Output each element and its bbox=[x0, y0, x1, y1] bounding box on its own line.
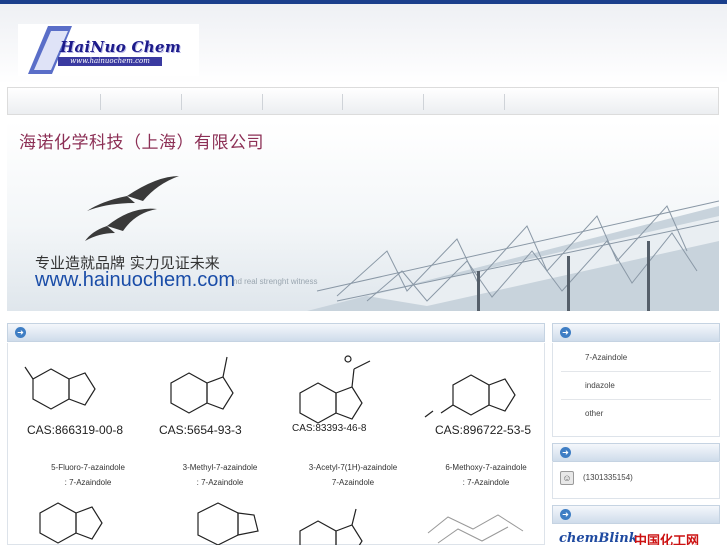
categories-panel-header: ➜ bbox=[552, 323, 720, 342]
divider bbox=[561, 371, 711, 372]
nav-item[interactable] bbox=[101, 94, 182, 110]
header: HaiNuo Chem www.hainuochem.com bbox=[0, 4, 727, 84]
partner-links: chemBlink 中国化工网 bbox=[552, 523, 720, 545]
structure-image-partial bbox=[197, 502, 259, 545]
product-cas: CAS:5654-93-3 bbox=[159, 423, 242, 437]
qq-icon[interactable]: ☺ bbox=[560, 471, 574, 485]
nav-item[interactable] bbox=[8, 94, 101, 110]
nav-item[interactable] bbox=[263, 94, 343, 110]
arrow-circle-icon: ➜ bbox=[560, 447, 571, 458]
contact-number[interactable]: (1301335154) bbox=[583, 473, 633, 482]
product-cas: CAS:83393-46-8 bbox=[292, 423, 367, 434]
product-cas: CAS:866319-00-8 bbox=[27, 423, 124, 437]
logo[interactable]: HaiNuo Chem www.hainuochem.com bbox=[18, 24, 199, 76]
main-nav bbox=[7, 87, 719, 115]
banner-tagline: nd real strenght witness bbox=[233, 277, 318, 286]
banner-url: www.hainuochem.com bbox=[35, 269, 236, 291]
contact-panel: ☺ (1301335154) bbox=[552, 461, 720, 499]
nav-item[interactable] bbox=[343, 94, 424, 110]
arrow-circle-icon: ➜ bbox=[15, 327, 26, 338]
product-name[interactable]: 5-Fluoro-7-azaindole : 7-Azaindole bbox=[23, 460, 153, 490]
arrow-circle-icon: ➜ bbox=[560, 509, 571, 520]
structure-image: CAS:5654-93-3 bbox=[155, 355, 273, 441]
contact-panel-header: ➜ bbox=[552, 443, 720, 462]
products-panel-header: ➜ bbox=[7, 323, 545, 342]
company-title: 海诺化学科技（上海）有限公司 bbox=[19, 133, 264, 153]
arrow-circle-icon: ➜ bbox=[560, 327, 571, 338]
nav-item[interactable] bbox=[182, 94, 263, 110]
structure-image-partial bbox=[299, 508, 363, 545]
product-name[interactable]: 3-Acetyl-7(1H)-azaindole 7-Azaindole bbox=[288, 460, 418, 490]
category-list: 7-Azaindole indazole other bbox=[552, 343, 720, 437]
product-name[interactable]: 6-Methoxy-7-azaindole : 7-Azaindole bbox=[421, 460, 551, 490]
category-item-7-azaindole[interactable]: 7-Azaindole bbox=[585, 353, 627, 362]
product-grid: CAS:866319-00-8 5-Fluoro-7-azaindole : 7… bbox=[7, 343, 545, 545]
seagull-icon bbox=[85, 176, 179, 241]
nav-item[interactable] bbox=[424, 94, 505, 110]
structure-image: CAS:896722-53-5 bbox=[421, 355, 539, 441]
chemblink-link[interactable]: chemBlink bbox=[559, 531, 638, 545]
structure-image: CAS:866319-00-8 bbox=[23, 355, 141, 441]
hero-banner: 海诺化学科技（上海）有限公司 专业造就品牌 实力见证未来 www.hainuoc… bbox=[7, 121, 719, 311]
structure-image-partial bbox=[39, 502, 103, 544]
structure-image: CAS:83393-46-8 bbox=[288, 355, 406, 441]
category-item-indazole[interactable]: indazole bbox=[585, 381, 615, 390]
divider bbox=[561, 399, 711, 400]
logo-name: HaiNuo Chem bbox=[60, 38, 181, 56]
links-panel-header: ➜ bbox=[552, 505, 720, 524]
category-item-other[interactable]: other bbox=[585, 409, 603, 418]
product-name[interactable]: 3-Methyl-7-azaindole : 7-Azaindole bbox=[155, 460, 285, 490]
logo-url: www.hainuochem.com bbox=[58, 57, 162, 66]
chemnet-link[interactable]: 中国化工网 bbox=[634, 530, 699, 545]
structure-image-partial bbox=[427, 514, 524, 544]
product-cas: CAS:896722-53-5 bbox=[435, 423, 532, 437]
